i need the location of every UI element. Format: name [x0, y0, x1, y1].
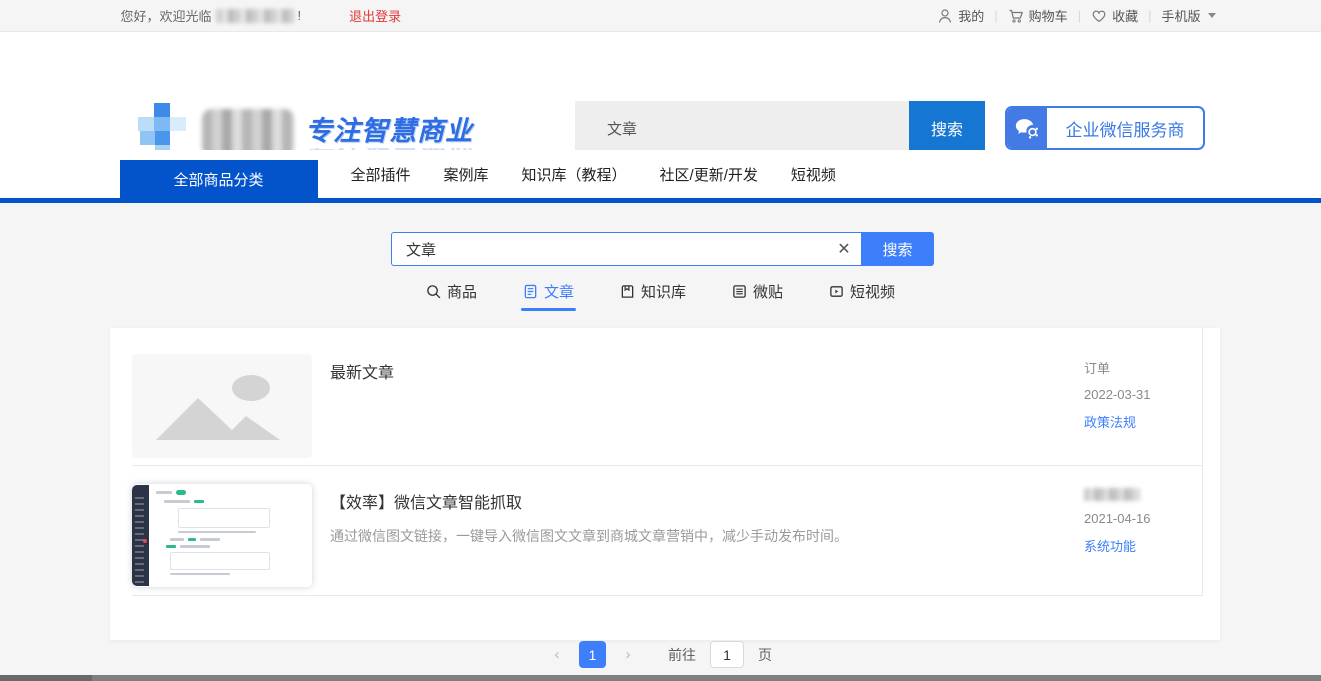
result-tag-link[interactable]: 系统功能: [1084, 536, 1202, 555]
wecom-service-button[interactable]: 企业微信服务商: [1005, 106, 1205, 150]
results-card: 最新文章 订单 2022-03-31 政策法规: [110, 328, 1220, 640]
result-type-tabs: 商品 文章 知识库 微贴: [0, 281, 1321, 311]
result-title[interactable]: 【效率】微信文章智能抓取: [330, 489, 1064, 513]
tab-knowledge[interactable]: 知识库: [620, 281, 686, 311]
result-date: 2021-04-16: [1084, 511, 1202, 526]
nav-item-cases[interactable]: 案例库: [444, 164, 489, 185]
pagination: ‹ 1 › 前往 页: [0, 641, 1321, 668]
nav-item-knowledge[interactable]: 知识库（教程）: [522, 164, 627, 185]
slogan-text: 专注智慧商业: [305, 109, 525, 148]
clear-search-icon[interactable]: ✕: [827, 239, 861, 259]
current-page-button[interactable]: 1: [579, 641, 606, 668]
knowledge-icon: [620, 284, 635, 299]
result-meta: 2021-04-16 系统功能: [1084, 484, 1202, 565]
logout-link[interactable]: 退出登录: [349, 6, 401, 25]
header: 专注智慧商业 专注智慧商业 搜索 企业微信服务商: [0, 33, 1321, 150]
search-icon: [426, 284, 441, 299]
nav-item-community[interactable]: 社区/更新/开发: [660, 164, 758, 185]
content-area: ✕ 搜索 商品 文章: [0, 203, 1321, 675]
wecom-icon: [1005, 106, 1047, 150]
favorites-link[interactable]: 收藏: [1091, 6, 1138, 25]
content-search-button[interactable]: 搜索: [861, 232, 934, 266]
result-row[interactable]: 【效率】微信文章智能抓取 通过微信图文链接，一键导入微信图文文章到商城文章营销中…: [132, 466, 1203, 596]
tab-shortvideo[interactable]: 短视频: [829, 281, 895, 311]
article-icon: [523, 284, 538, 299]
page-unit-label: 页: [758, 645, 772, 665]
my-account-link[interactable]: 我的: [937, 6, 984, 25]
result-title[interactable]: 最新文章: [330, 359, 1064, 383]
goto-label: 前往: [668, 645, 696, 665]
separator: |: [1078, 8, 1081, 23]
result-thumbnail: [132, 484, 312, 587]
video-icon: [829, 284, 844, 299]
content-search: ✕ 搜索: [391, 232, 934, 266]
separator: |: [994, 8, 997, 23]
nav-item-plugins[interactable]: 全部插件: [351, 164, 411, 185]
content-search-input[interactable]: [392, 241, 827, 258]
next-page-icon[interactable]: ›: [620, 646, 636, 663]
bottom-strip: [0, 675, 1321, 681]
bottom-strip-left: [0, 675, 92, 681]
list-icon: [732, 284, 747, 299]
greeting-suffix: !: [298, 8, 302, 23]
tab-articles[interactable]: 文章: [523, 281, 574, 311]
tab-goods[interactable]: 商品: [426, 281, 477, 311]
blurred-category: [1084, 488, 1140, 501]
goto-page-input[interactable]: [710, 641, 744, 668]
user-icon: [937, 8, 953, 24]
greeting-prefix: 您好，欢迎光临: [121, 6, 212, 25]
main-nav: 全部商品分类 全部插件 案例库 知识库（教程） 社区/更新/开发 短视频: [0, 150, 1321, 198]
header-search-button[interactable]: 搜索: [909, 101, 985, 155]
result-date: 2022-03-31: [1084, 387, 1202, 402]
result-category: 订单: [1084, 358, 1202, 377]
nav-item-shortvideo[interactable]: 短视频: [791, 164, 836, 185]
page: 您好，欢迎光临 ! 退出登录 我的 |: [0, 0, 1321, 681]
header-search-input[interactable]: [575, 101, 909, 155]
result-description: 通过微信图文链接，一键导入微信图文文章到商城文章营销中，减少手动发布时间。: [330, 526, 1064, 547]
result-row[interactable]: 最新文章 订单 2022-03-31 政策法规: [132, 328, 1203, 466]
result-meta: 订单 2022-03-31 政策法规: [1084, 354, 1202, 441]
blurred-username: [216, 9, 294, 23]
cart-icon: [1008, 8, 1024, 24]
nav-all-categories[interactable]: 全部商品分类: [120, 160, 318, 198]
header-search: 搜索: [575, 101, 985, 155]
prev-page-icon[interactable]: ‹: [549, 646, 565, 663]
separator: |: [1148, 8, 1151, 23]
wecom-label: 企业微信服务商: [1047, 116, 1203, 141]
cart-link[interactable]: 购物车: [1008, 6, 1068, 25]
mobile-version-dropdown[interactable]: 手机版: [1161, 6, 1215, 25]
tab-microposts[interactable]: 微贴: [732, 281, 783, 311]
image-placeholder-icon: [132, 354, 312, 458]
topbar: 您好，欢迎光临 ! 退出登录 我的 |: [0, 0, 1321, 32]
heart-icon: [1091, 8, 1107, 24]
chevron-down-icon: [1208, 13, 1216, 18]
result-tag-link[interactable]: 政策法规: [1084, 412, 1202, 431]
greeting: 您好，欢迎光临 !: [121, 6, 302, 25]
